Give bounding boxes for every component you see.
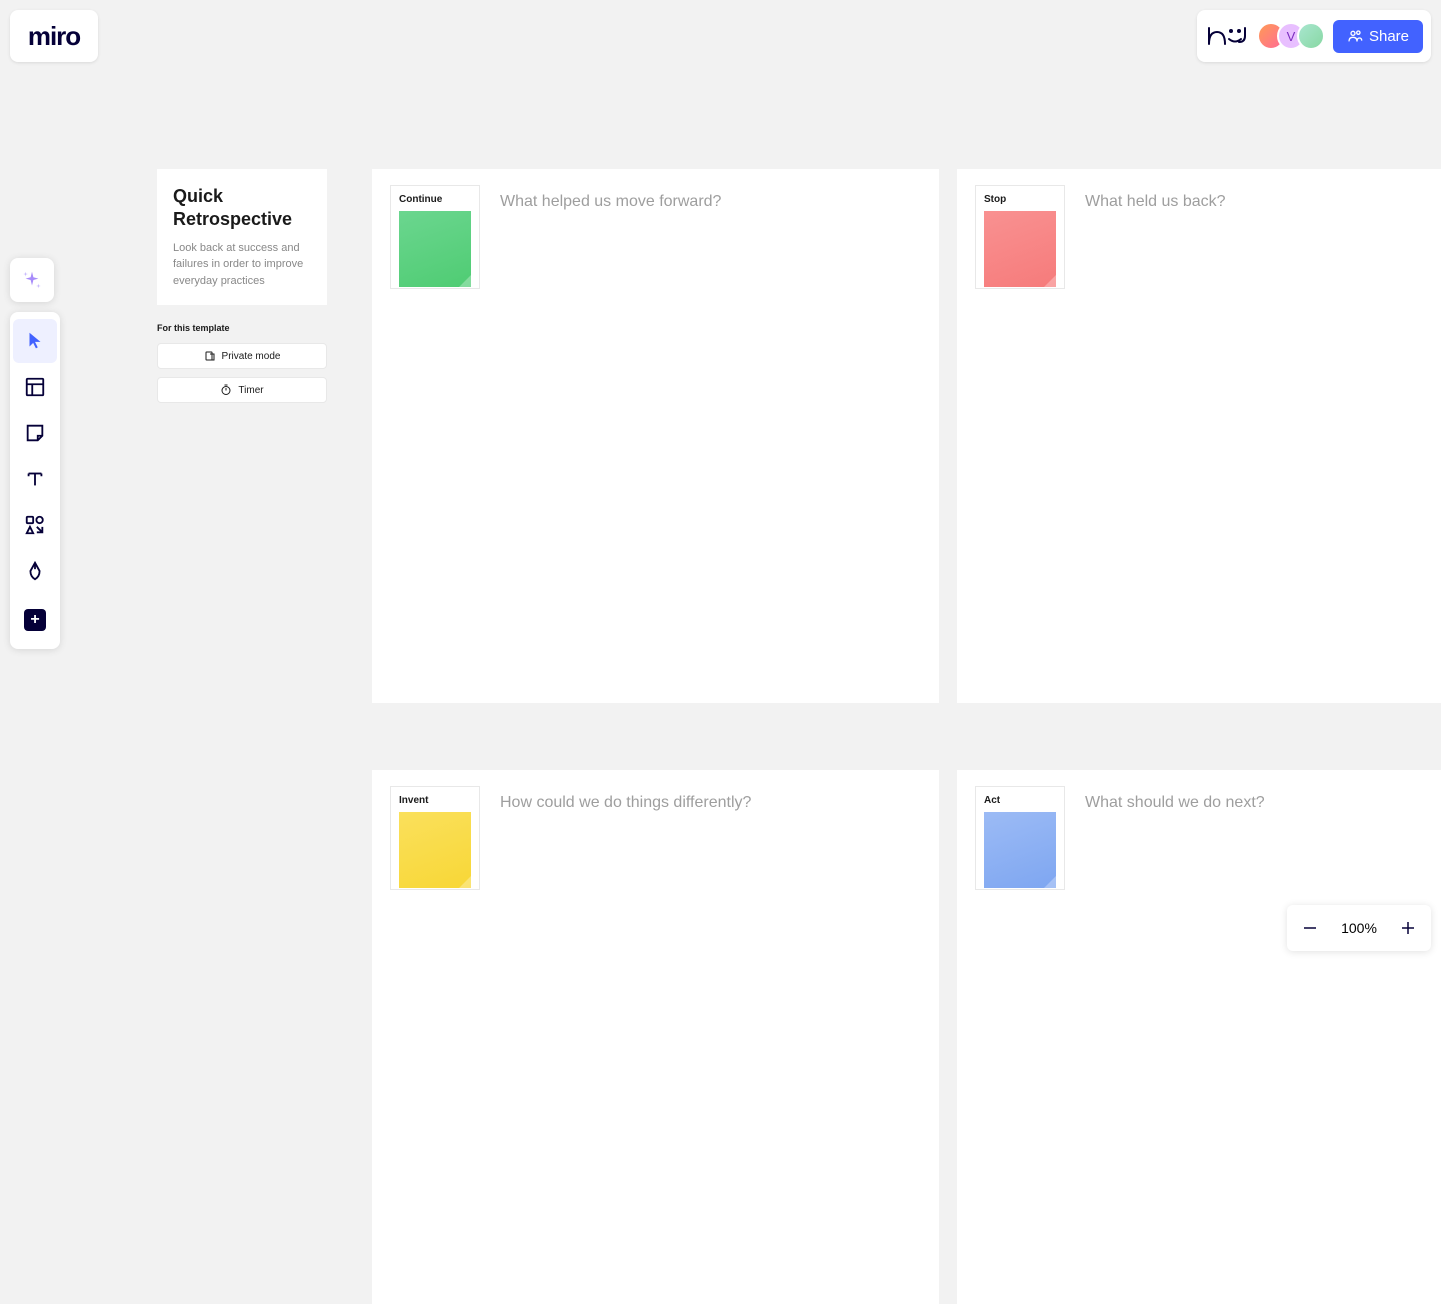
- sticky-thumb-invent[interactable]: Invent: [390, 786, 480, 890]
- intro-description: Look back at success and failures in ord…: [173, 240, 311, 290]
- text-icon: [24, 468, 46, 490]
- intro-title: Quick Retrospective: [173, 185, 311, 232]
- sparkle-icon: [21, 269, 43, 291]
- share-label: Share: [1369, 28, 1409, 45]
- plus-icon: [1399, 919, 1417, 937]
- sticky-note-blue: [984, 812, 1056, 888]
- quadrant-act[interactable]: Act What should we do next?: [957, 770, 1441, 1304]
- question-continue: What helped us move forward?: [500, 193, 721, 211]
- sticky-label-act: Act: [984, 795, 1056, 806]
- sticky-label-invent: Invent: [399, 795, 471, 806]
- zoom-in-button[interactable]: [1385, 905, 1431, 951]
- minus-icon: [1301, 919, 1319, 937]
- people-icon: [1347, 28, 1363, 44]
- timer-label: Timer: [238, 385, 263, 396]
- template-icon: [24, 376, 46, 398]
- sticky-label-stop: Stop: [984, 194, 1056, 205]
- timer-icon: [220, 384, 232, 396]
- cursor-icon: [24, 330, 46, 352]
- sticky-note-red: [984, 211, 1056, 287]
- private-mode-label: Private mode: [222, 351, 281, 362]
- quadrant-continue[interactable]: Continue What helped us move forward?: [372, 169, 939, 703]
- sticky-note-icon: [24, 422, 46, 444]
- topbar-right: V Share: [1197, 10, 1431, 62]
- estimation-tool-icon[interactable]: [1205, 18, 1249, 54]
- template-section: For this template Private mode Timer: [157, 323, 327, 411]
- templates-tool[interactable]: [13, 365, 57, 409]
- toolbar: +: [10, 312, 60, 649]
- private-mode-icon: [204, 350, 216, 362]
- text-tool[interactable]: [13, 457, 57, 501]
- logo-text: miro: [28, 21, 80, 52]
- quadrant-stop[interactable]: Stop What held us back?: [957, 169, 1441, 703]
- share-button[interactable]: Share: [1333, 20, 1423, 53]
- ai-tool-button[interactable]: [10, 258, 54, 302]
- sticky-note-yellow: [399, 812, 471, 888]
- logo-container[interactable]: miro: [10, 10, 98, 62]
- zoom-controls: 100%: [1287, 905, 1431, 951]
- zoom-out-button[interactable]: [1287, 905, 1333, 951]
- question-stop: What held us back?: [1085, 193, 1226, 211]
- pen-tool[interactable]: [13, 549, 57, 593]
- sticky-note-green: [399, 211, 471, 287]
- shapes-icon: [24, 514, 46, 536]
- plus-icon: +: [24, 609, 46, 631]
- avatar-user-3[interactable]: [1297, 22, 1325, 50]
- template-label: For this template: [157, 323, 327, 333]
- private-mode-button[interactable]: Private mode: [157, 343, 327, 369]
- canvas[interactable]: Quick Retrospective Look back at success…: [0, 0, 1441, 961]
- zoom-level[interactable]: 100%: [1333, 920, 1385, 936]
- shapes-tool[interactable]: [13, 503, 57, 547]
- pen-icon: [24, 560, 46, 582]
- sticky-note-tool[interactable]: [13, 411, 57, 455]
- select-tool[interactable]: [13, 319, 57, 363]
- more-tools[interactable]: +: [13, 598, 57, 642]
- quadrant-invent[interactable]: Invent How could we do things differentl…: [372, 770, 939, 1304]
- sticky-label-continue: Continue: [399, 194, 471, 205]
- timer-button[interactable]: Timer: [157, 377, 327, 403]
- question-invent: How could we do things differently?: [500, 794, 751, 812]
- sticky-thumb-continue[interactable]: Continue: [390, 185, 480, 289]
- question-act: What should we do next?: [1085, 794, 1265, 812]
- intro-card[interactable]: Quick Retrospective Look back at success…: [157, 169, 327, 305]
- sticky-thumb-stop[interactable]: Stop: [975, 185, 1065, 289]
- sticky-thumb-act[interactable]: Act: [975, 786, 1065, 890]
- collaborator-avatars[interactable]: V: [1257, 22, 1325, 50]
